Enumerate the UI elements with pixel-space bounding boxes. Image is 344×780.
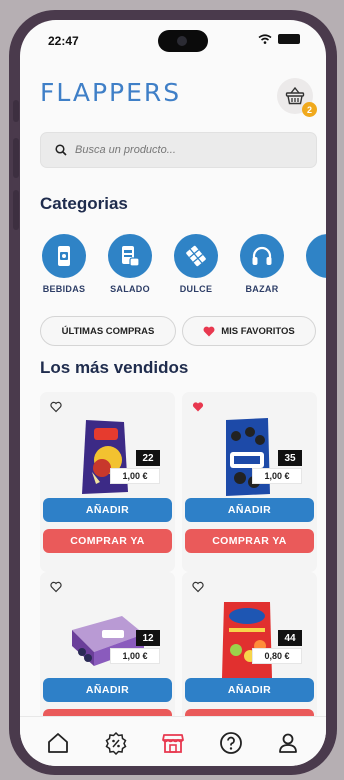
category-label: BAZAR xyxy=(245,284,279,294)
bottom-tab-bar xyxy=(20,716,326,766)
tab-profile[interactable] xyxy=(274,729,302,757)
salty-snacks-icon xyxy=(122,246,140,267)
recent-purchases-button[interactable]: ÚLTIMAS COMPRAS xyxy=(40,316,176,346)
store-icon xyxy=(162,734,184,753)
status-time: 22:47 xyxy=(48,34,79,48)
favorite-icon[interactable] xyxy=(192,401,204,413)
wifi-icon xyxy=(258,34,272,44)
help-icon xyxy=(220,732,242,754)
favorites-label: MIS FAVORITOS xyxy=(221,325,295,337)
add-to-cart-button[interactable]: AÑADIR xyxy=(43,498,172,522)
price-tag: 1,00 € xyxy=(110,648,160,664)
category-label: BEBIDAS xyxy=(42,284,86,294)
favorite-icon[interactable] xyxy=(50,581,62,593)
price-tag: 1,00 € xyxy=(110,468,160,484)
profile-icon xyxy=(279,733,297,753)
best-sellers-title: Los más vendidos xyxy=(40,358,189,377)
buy-now-button[interactable]: COMPRAR YA xyxy=(185,529,314,553)
buy-now-button[interactable]: COMPRAR YA xyxy=(43,529,172,553)
favorite-icon[interactable] xyxy=(192,581,204,593)
favorite-icon[interactable] xyxy=(50,401,62,413)
chocolate-icon xyxy=(186,245,206,267)
category-bebidas[interactable]: BEBIDAS xyxy=(32,234,96,294)
category-more-icon xyxy=(306,234,326,278)
category-salado[interactable]: SALADO xyxy=(98,234,162,294)
cart-button[interactable]: 2 xyxy=(277,78,317,117)
offers-icon xyxy=(105,731,127,755)
search-placeholder: Busca un producto... xyxy=(75,144,176,156)
favorites-button[interactable]: MIS FAVORITOS xyxy=(182,316,316,346)
category-label: SALADO xyxy=(110,284,150,294)
add-to-cart-button[interactable]: AÑADIR xyxy=(185,498,314,522)
mute-switch xyxy=(13,100,19,122)
category-dulce[interactable]: DULCE xyxy=(164,234,228,294)
tab-offers[interactable] xyxy=(102,729,130,757)
categories-list: BEBIDAS SALADO DULCE BAZAR xyxy=(32,234,326,314)
price-tag: 0,80 € xyxy=(252,648,302,664)
category-bazar[interactable]: BAZAR xyxy=(230,234,294,294)
drink-can-icon xyxy=(58,246,70,266)
status-bar: 22:47 xyxy=(20,20,326,64)
recent-purchases-label: ÚLTIMAS COMPRAS xyxy=(61,325,155,337)
stock-badge: 12 xyxy=(136,630,160,646)
camera-notch xyxy=(158,30,208,52)
heart-icon xyxy=(203,326,215,336)
price-tag: 1,00 € xyxy=(252,468,302,484)
headphones-icon xyxy=(252,246,272,265)
battery-icon xyxy=(278,34,300,44)
product-card[interactable]: 35 1,00 € AÑADIR COMPRAR YA xyxy=(182,392,317,572)
tab-store[interactable] xyxy=(159,729,187,757)
category-label: DULCE xyxy=(179,284,213,294)
add-to-cart-button[interactable]: AÑADIR xyxy=(43,678,172,702)
categories-title: Categorias xyxy=(40,194,128,213)
add-to-cart-button[interactable]: AÑADIR xyxy=(185,678,314,702)
search-input[interactable]: Busca un producto... xyxy=(40,132,317,168)
cart-count-badge: 2 xyxy=(302,102,317,117)
category-more[interactable] xyxy=(296,234,326,278)
app-screen: 22:47 FLAPPERS 2 Busca un producto... Ca… xyxy=(20,20,326,766)
tab-home[interactable] xyxy=(44,729,72,757)
volume-down-button xyxy=(13,190,19,230)
basket-icon xyxy=(285,87,305,105)
app-logo: FLAPPERS xyxy=(40,78,182,107)
search-icon xyxy=(55,144,67,156)
home-icon xyxy=(48,733,68,753)
stock-badge: 22 xyxy=(136,450,160,466)
tab-help[interactable] xyxy=(217,729,245,757)
stock-badge: 35 xyxy=(278,450,302,466)
volume-up-button xyxy=(13,138,19,178)
product-card[interactable]: 22 1,00 € AÑADIR COMPRAR YA xyxy=(40,392,175,572)
stock-badge: 44 xyxy=(278,630,302,646)
